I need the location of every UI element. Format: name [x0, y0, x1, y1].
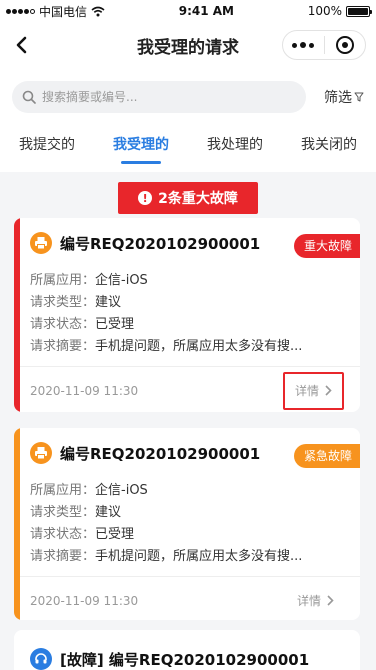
mini-program-capsule: [282, 30, 366, 60]
search-input[interactable]: [42, 90, 282, 104]
tab-accepted[interactable]: 我受理的: [94, 126, 188, 172]
printer-icon: [30, 232, 52, 254]
app-row: 所属应用：企信-iOS: [30, 483, 148, 498]
status-bar: 中国电信 9:41 AM 100%: [0, 0, 376, 22]
summary-row: 请求摘要：手机提问题，所属应用太多没有搜...: [30, 549, 303, 564]
carrier-label: 中国电信: [39, 4, 88, 19]
tab-processed[interactable]: 我处理的: [188, 126, 282, 172]
status-right: 100%: [307, 4, 372, 18]
signal-icon: [6, 8, 35, 14]
tab-submitted[interactable]: 我提交的: [0, 126, 94, 172]
clock-label: 9:41 AM: [178, 4, 234, 18]
back-arrow-icon[interactable]: [12, 34, 32, 56]
card-footer: 2020-11-09 11:30 详情: [14, 576, 360, 620]
summary-row: 请求摘要：手机提问题，所属应用太多没有搜...: [30, 339, 303, 354]
timestamp: 2020-11-09 11:30: [30, 593, 139, 608]
tab-bar: 我提交的 我受理的 我处理的 我关闭的: [0, 126, 376, 172]
exclamation-icon: !: [138, 191, 153, 205]
nav-bar: 我受理的请求: [0, 22, 376, 68]
more-button[interactable]: [283, 42, 324, 48]
request-card[interactable]: [故障] 编号REQ2020102900001: [14, 630, 360, 670]
card-header: 编号REQ2020102900001 紧急故障: [14, 428, 360, 478]
app-row: 所属应用：企信-iOS: [30, 273, 148, 288]
target-icon: [335, 36, 354, 54]
detail-label: 详情: [294, 384, 319, 398]
card-header: 编号REQ2020102900001 重大故障: [14, 218, 360, 268]
printer-icon: [30, 442, 52, 464]
wifi-icon: [91, 6, 105, 16]
funnel-icon: [354, 92, 364, 102]
chevron-right-icon: [325, 385, 332, 396]
alert-text: 2条重大故障: [158, 191, 238, 207]
chevron-right-icon: [327, 595, 334, 606]
search-row: 筛选: [0, 68, 376, 126]
detail-link[interactable]: 详情: [287, 582, 344, 620]
search-box[interactable]: [12, 81, 306, 113]
status-badge: 重大故障: [293, 234, 360, 258]
request-number: 编号REQ2020102900001: [60, 444, 261, 463]
tab-closed[interactable]: 我关闭的: [282, 126, 376, 172]
card-header: [故障] 编号REQ2020102900001: [14, 630, 360, 670]
card-body: 所属应用：企信-iOS 请求类型：建议 请求状态：已受理 请求摘要：手机提问题，…: [14, 268, 360, 358]
detail-link[interactable]: 详情: [282, 371, 344, 410]
request-number: [故障] 编号REQ2020102900001: [60, 650, 310, 669]
type-row: 请求类型：建议: [30, 505, 122, 520]
card-footer: 2020-11-09 11:30 详情: [14, 366, 360, 412]
card-body: 所属应用：企信-iOS 请求类型：建议 请求状态：已受理 请求摘要：手机提问题，…: [14, 478, 360, 568]
battery-percent: 100%: [307, 4, 342, 18]
timestamp: 2020-11-09 11:30: [30, 383, 139, 398]
detail-label: 详情: [296, 594, 321, 608]
status-badge: 紧急故障: [293, 444, 360, 468]
type-row: 请求类型：建议: [30, 295, 122, 310]
filter-button[interactable]: 筛选: [324, 87, 364, 107]
major-fault-alert-button[interactable]: ! 2条重大故障: [118, 182, 258, 214]
request-card[interactable]: 编号REQ2020102900001 紧急故障 所属应用：企信-iOS 请求类型…: [14, 428, 360, 620]
status-row: 请求状态：已受理: [30, 317, 135, 332]
alert-wrap: ! 2条重大故障: [0, 172, 376, 220]
battery-icon: [346, 5, 372, 17]
request-card[interactable]: 编号REQ2020102900001 重大故障 所属应用：企信-iOS 请求类型…: [14, 218, 360, 412]
search-icon: [22, 90, 36, 104]
status-row: 请求状态：已受理: [30, 527, 135, 542]
filter-label: 筛选: [324, 90, 352, 106]
close-button[interactable]: [325, 36, 366, 54]
status-left: 中国电信: [6, 3, 105, 20]
headset-icon: [30, 648, 52, 670]
request-number: 编号REQ2020102900001: [60, 234, 261, 253]
